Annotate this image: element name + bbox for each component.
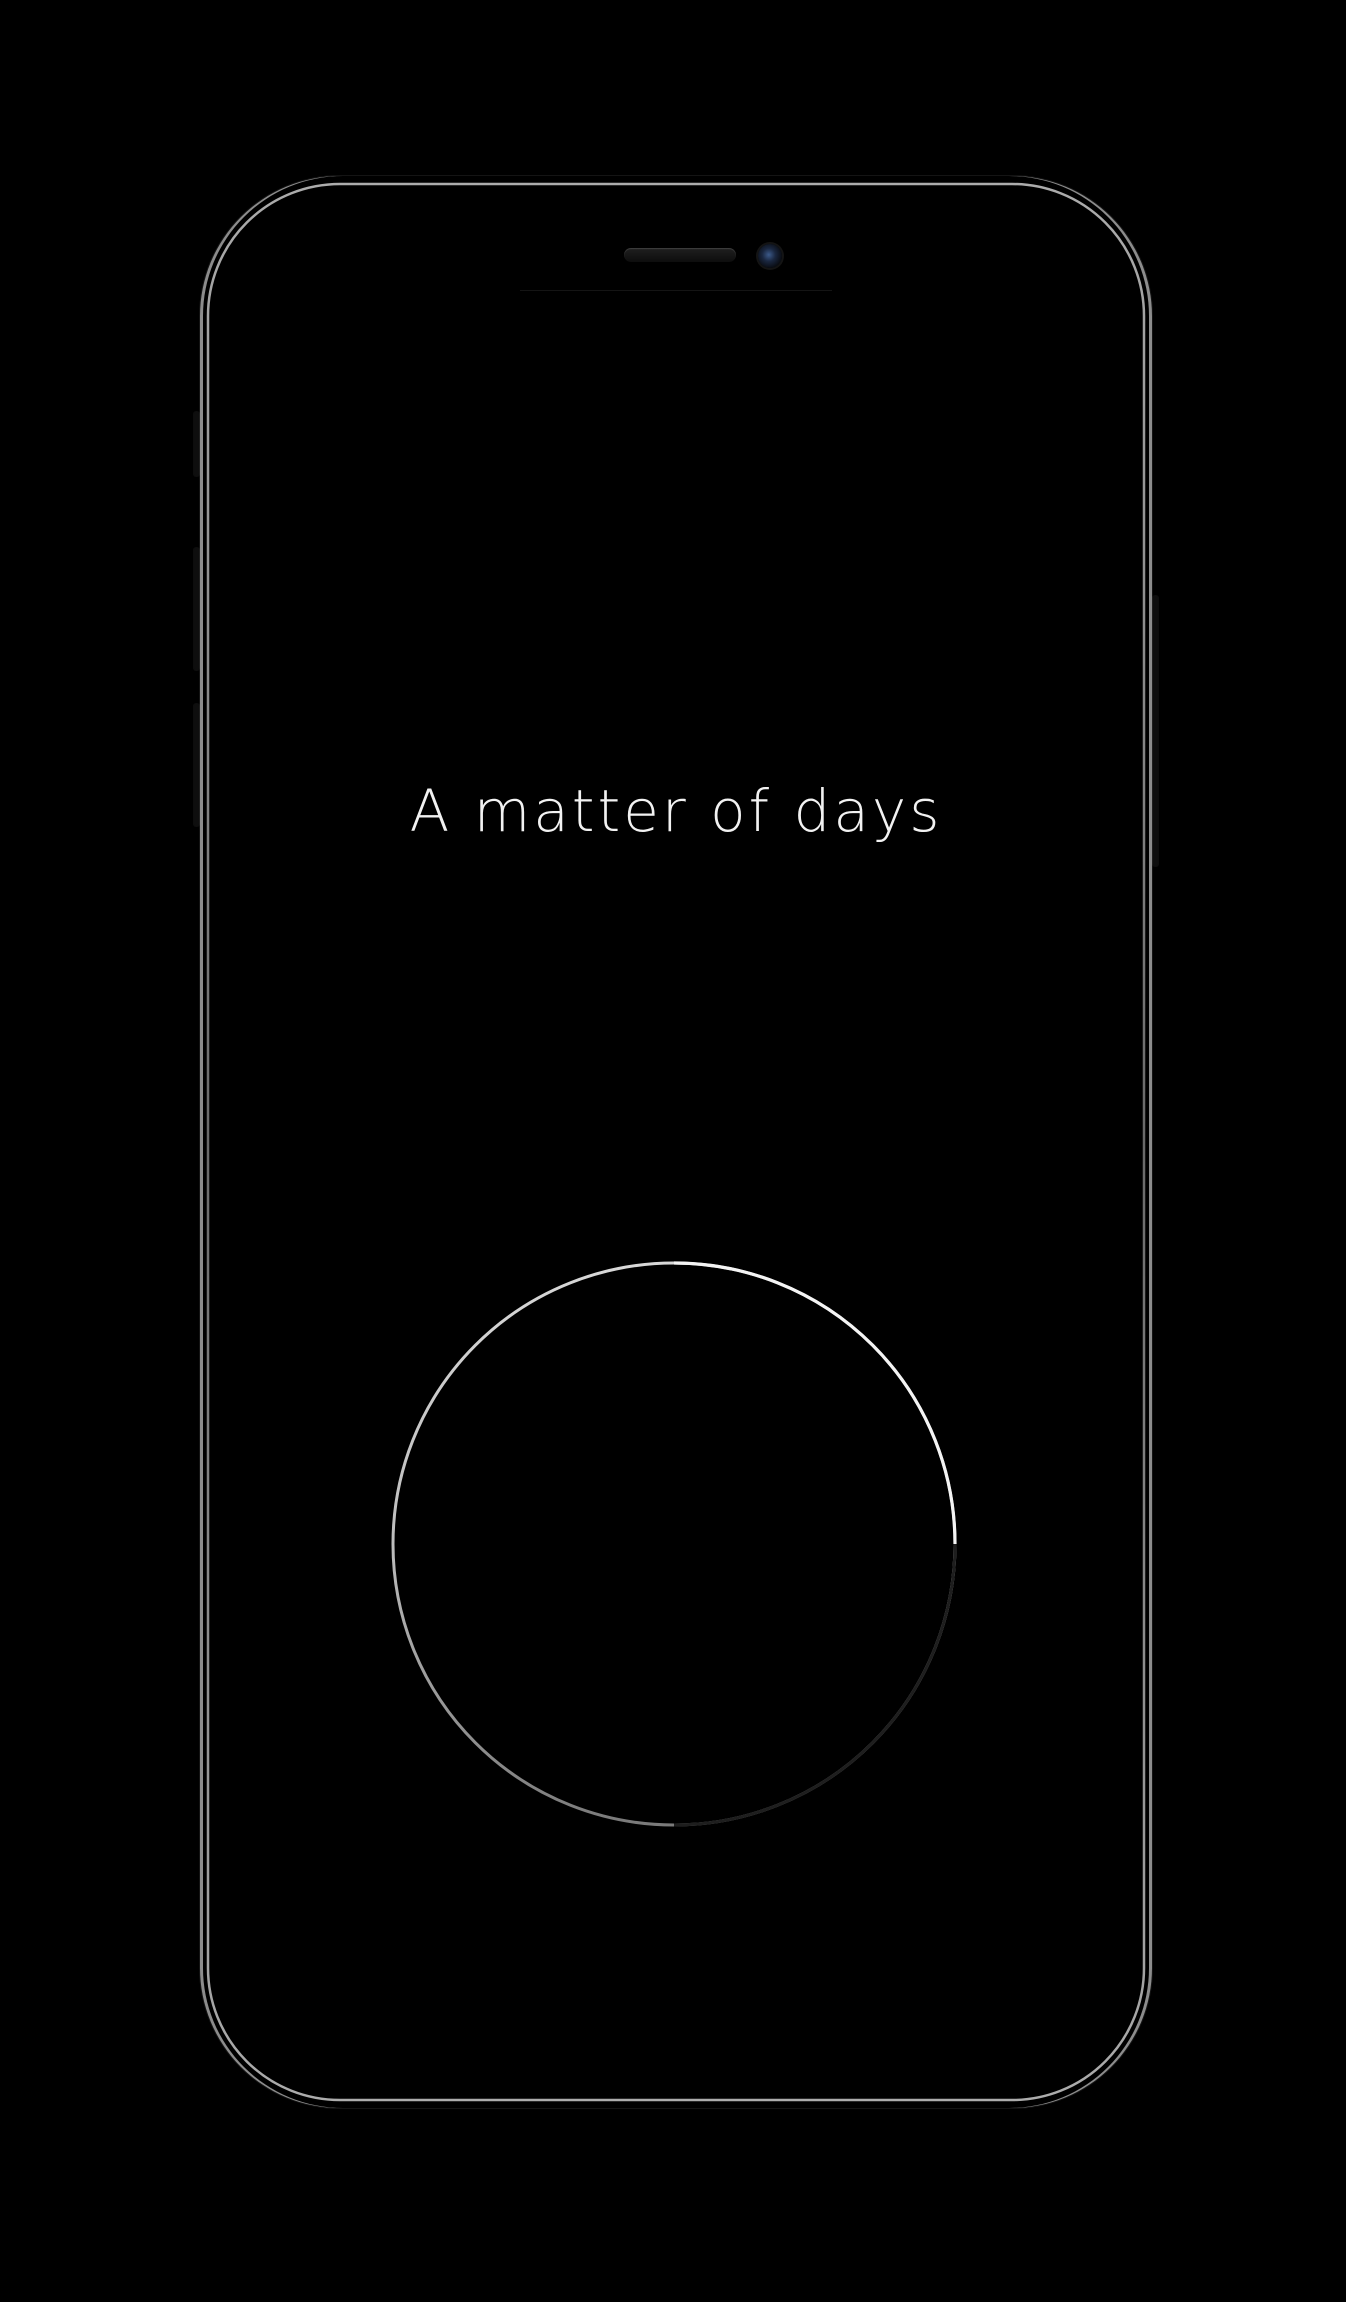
page-title: A matter of days (409, 777, 943, 845)
volume-up-button[interactable] (194, 548, 199, 670)
circle-ring-icon (391, 1261, 957, 1827)
progress-ring[interactable] (390, 1260, 958, 1828)
power-button[interactable] (1153, 596, 1158, 866)
notch-divider (520, 290, 832, 291)
front-camera-icon (758, 244, 782, 268)
volume-down-button[interactable] (194, 704, 199, 826)
phone-frame: A matter of days (194, 176, 1158, 2108)
mute-switch[interactable] (194, 412, 199, 476)
earpiece-speaker (624, 248, 736, 262)
